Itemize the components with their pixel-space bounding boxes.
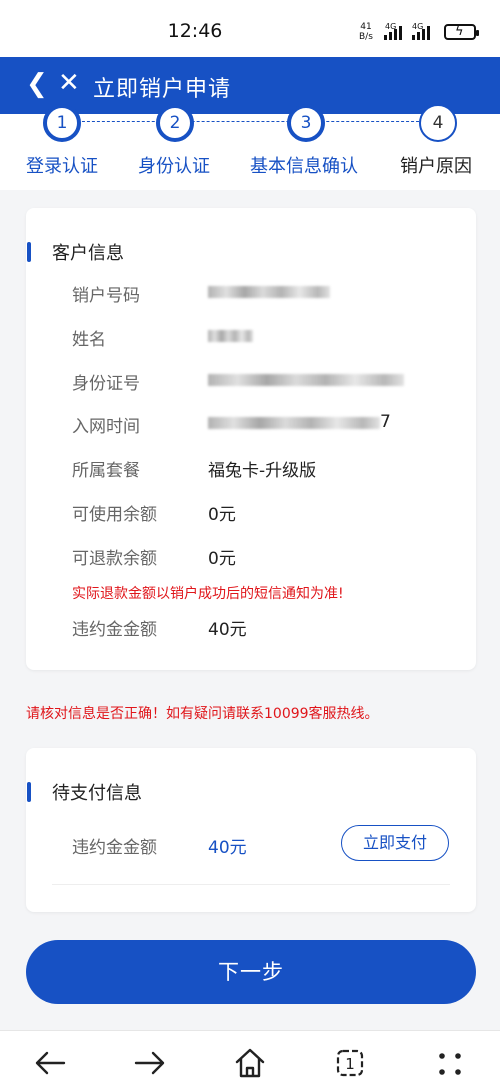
customer-info-title: 客户信息 <box>27 239 124 265</box>
masked-value <box>208 330 253 342</box>
pay-now-button[interactable]: 立即支付 <box>341 825 449 861</box>
clock: 12:46 <box>167 20 223 42</box>
next-step-button[interactable]: 下一步 <box>26 940 476 1004</box>
masked-value <box>208 374 404 386</box>
step-3-label: 基本信息确认 <box>250 156 358 177</box>
step-2-number: 2 <box>156 104 194 142</box>
payment-amount: 40元 <box>208 838 247 858</box>
masked-value <box>208 286 330 298</box>
more-icon[interactable] <box>434 1051 466 1077</box>
step-4-label: 销户原因 <box>400 156 472 177</box>
verify-notice: 请核对信息是否正确！如有疑问请联系10099客服热线。 <box>26 706 379 722</box>
customer-info-card: 客户信息 销户号码 姓名 身份证号 入网时间 7 所属套餐 福兔卡-升级版 可使… <box>26 208 476 670</box>
step-1-number: 1 <box>43 104 81 142</box>
svg-text:1: 1 <box>345 1055 355 1073</box>
app-header: ❮ ✕ 立即销户申请 <box>0 57 500 114</box>
divider <box>52 884 450 885</box>
payment-card: 待支付信息 违约金金额 40元 立即支付 <box>26 748 476 912</box>
page-title: 立即销户申请 <box>93 77 232 102</box>
arrow-left-icon[interactable] <box>34 1049 66 1077</box>
close-icon[interactable]: ✕ <box>58 68 80 98</box>
step-4-number: 4 <box>419 104 457 142</box>
step-1-label: 登录认证 <box>26 156 98 177</box>
signal-icon <box>384 26 402 40</box>
masked-value <box>208 417 380 429</box>
bottom-nav: 1 <box>0 1030 500 1091</box>
step-3-number: 3 <box>287 104 325 142</box>
battery-icon: ϟ <box>444 24 479 40</box>
step-indicator: 1 2 3 4 登录认证 身份认证 基本信息确认 销户原因 <box>0 104 500 190</box>
refund-notice: 实际退款金额以销户成功后的短信通知为准! <box>72 586 344 602</box>
arrow-right-icon[interactable] <box>134 1049 166 1077</box>
signal-icon <box>412 26 430 40</box>
network-rate: 41 B/s <box>359 22 373 42</box>
payment-title: 待支付信息 <box>27 779 142 805</box>
tabs-icon[interactable]: 1 <box>334 1047 366 1079</box>
home-icon[interactable] <box>234 1047 266 1079</box>
status-bar: 12:46 41 B/s 4G 4G ϟ <box>0 0 500 57</box>
back-icon[interactable]: ❮ <box>26 69 48 99</box>
step-2-label: 身份认证 <box>138 156 210 177</box>
step-connector <box>62 121 434 122</box>
